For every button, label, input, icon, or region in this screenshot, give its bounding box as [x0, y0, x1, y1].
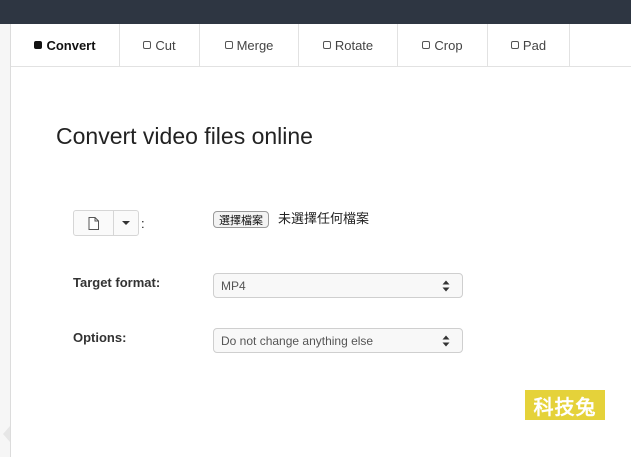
- source-dropdown-button[interactable]: [114, 211, 138, 235]
- file-icon: [88, 216, 99, 230]
- source-label-colon: :: [141, 216, 145, 231]
- checkbox-icon: [34, 41, 43, 49]
- tab-crop[interactable]: Crop: [398, 24, 488, 66]
- choose-file-button[interactable]: 選擇檔案: [213, 211, 269, 228]
- tab-pad[interactable]: Pad: [488, 24, 570, 66]
- source-file-button[interactable]: [74, 211, 114, 235]
- tab-merge[interactable]: Merge: [200, 24, 299, 66]
- options-label: Options:: [73, 330, 127, 345]
- target-format-select[interactable]: MP4: [213, 273, 463, 298]
- page-title: Convert video files online: [56, 123, 313, 149]
- tool-tabs: Convert Cut Merge Rotate Crop Pad: [11, 24, 631, 67]
- tab-label: Rotate: [334, 37, 374, 53]
- target-format-label: Target format:: [73, 275, 161, 290]
- select-arrows-icon: [442, 335, 450, 347]
- top-bar: [0, 0, 631, 24]
- tab-label: Pad: [522, 37, 547, 53]
- tab-label: Convert: [46, 37, 96, 53]
- select-arrows-icon: [442, 280, 450, 292]
- tab-rotate[interactable]: Rotate: [299, 24, 398, 66]
- side-arrow-icon: [3, 426, 10, 442]
- options-value: Do not change anything else: [221, 333, 374, 348]
- source-selector: [73, 210, 139, 236]
- checkbox-icon: [510, 41, 519, 49]
- file-status-text: 未選擇任何檔案: [278, 212, 370, 227]
- caret-down-icon: [122, 221, 130, 225]
- checkbox-icon: [143, 41, 152, 49]
- tab-label: Cut: [155, 37, 176, 53]
- options-select[interactable]: Do not change anything else: [213, 328, 463, 353]
- tab-label: Crop: [434, 37, 463, 53]
- tab-convert[interactable]: Convert: [11, 24, 120, 66]
- checkbox-icon: [224, 41, 233, 49]
- tab-cut[interactable]: Cut: [120, 24, 200, 66]
- checkbox-icon: [422, 41, 431, 49]
- watermark-logo: 科技兔: [525, 390, 605, 420]
- tab-label: Merge: [236, 37, 274, 53]
- checkbox-icon: [322, 41, 331, 49]
- target-format-value: MP4: [221, 278, 246, 293]
